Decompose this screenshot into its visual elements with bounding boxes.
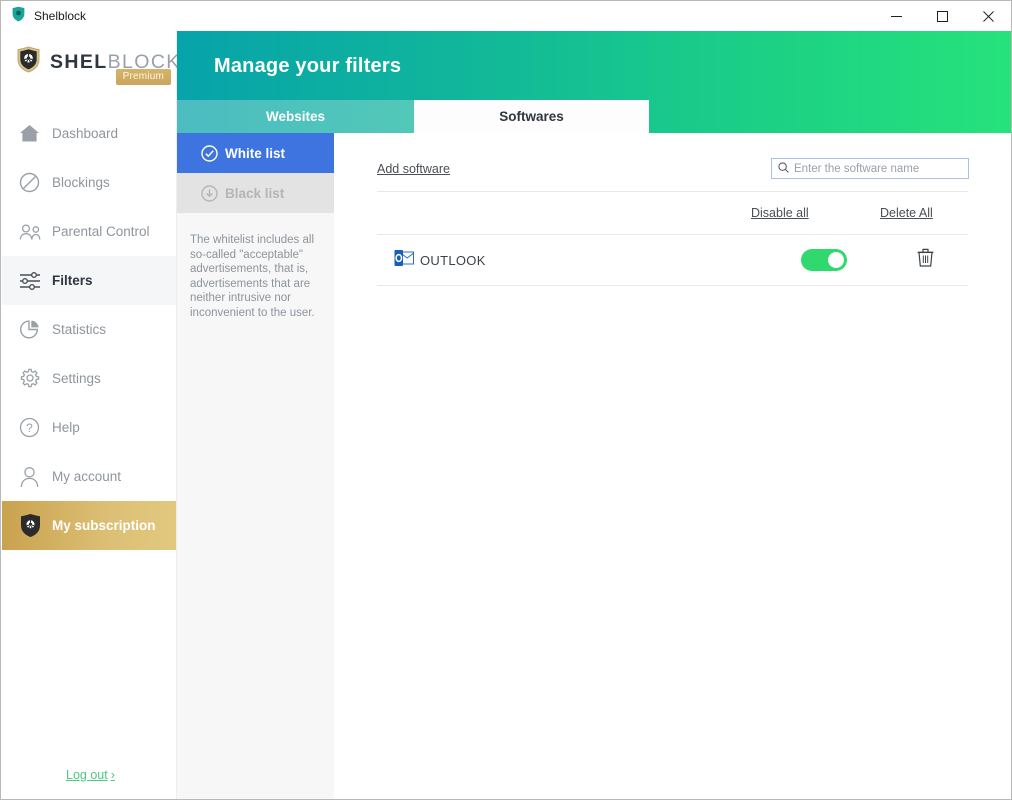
tab-label: Websites	[265, 109, 326, 124]
add-software-link[interactable]: Add software	[377, 162, 450, 176]
disable-all-link[interactable]: Disable all	[751, 206, 809, 220]
sidebar-item-help[interactable]: ? Help	[2, 403, 176, 452]
pie-chart-icon	[19, 319, 47, 340]
sidebar-item-filters[interactable]: Filters	[2, 256, 176, 305]
list-description: The whitelist includes all so-called "ac…	[190, 234, 315, 319]
list-item-label: Black list	[225, 185, 285, 201]
bulk-actions-row: Disable all Delete All	[334, 192, 1011, 234]
sidebar-item-blockings[interactable]: Blockings	[2, 158, 176, 207]
title-bar: Shelblock	[1, 1, 1011, 31]
sidebar-item-label: Help	[52, 420, 80, 435]
tab-bar: Websites Softwares	[177, 100, 1011, 133]
window-controls	[873, 1, 1011, 31]
sidebar-item-label: Parental Control	[52, 224, 150, 239]
sidebar: SHELBLOCK Premium Dashboard Blockings Pa…	[2, 31, 179, 799]
brand-name-bold: SHEL	[50, 50, 108, 73]
sidebar-item-statistics[interactable]: Statistics	[2, 305, 176, 354]
toggle-knob	[828, 252, 844, 268]
main-content: Add software Disable all Delete All	[334, 133, 1011, 799]
sidebar-item-dashboard[interactable]: Dashboard	[2, 109, 176, 158]
search-box[interactable]	[771, 158, 969, 179]
check-circle-icon	[201, 144, 225, 162]
brand-logo: SHELBLOCK Premium	[2, 31, 179, 93]
people-icon	[19, 223, 47, 241]
outlook-icon	[394, 249, 414, 272]
down-circle-icon	[201, 184, 225, 202]
tab-websites[interactable]: Websites	[177, 100, 414, 133]
sidebar-item-label: Statistics	[52, 322, 107, 337]
search-input[interactable]	[794, 162, 968, 175]
sidebar-item-label: Settings	[52, 371, 101, 386]
home-icon	[19, 124, 47, 143]
sidebar-item-my-subscription[interactable]: My subscription	[2, 501, 176, 550]
sliders-icon	[19, 271, 47, 291]
software-name: OUTLOOK	[420, 252, 486, 268]
window-title: Shelblock	[34, 9, 87, 23]
shelblock-shield-logo-icon	[16, 46, 41, 78]
block-icon	[19, 172, 47, 193]
svg-text:?: ?	[26, 421, 33, 435]
gear-icon	[19, 368, 47, 389]
list-item-label: White list	[225, 145, 285, 161]
table-row: OUTLOOK	[334, 235, 1011, 285]
sidebar-item-label: My subscription	[52, 518, 156, 533]
software-enable-toggle[interactable]	[801, 249, 847, 271]
sidebar-item-settings[interactable]: Settings	[2, 354, 176, 403]
page-title: Manage your filters	[214, 55, 402, 77]
sidebar-item-label: Blockings	[52, 175, 110, 190]
sidebar-item-label: Dashboard	[52, 126, 119, 141]
user-icon	[19, 466, 47, 488]
sidebar-item-parental-control[interactable]: Parental Control	[2, 207, 176, 256]
row-divider	[377, 285, 968, 286]
content-toolbar: Add software	[334, 133, 1011, 191]
application-window: Shelblock SHELBLOCK Premium Dashboard Bl…	[0, 0, 1012, 800]
search-icon	[778, 160, 789, 178]
maximize-button[interactable]	[919, 1, 965, 31]
list-item-white-list[interactable]: White list	[177, 133, 354, 173]
tab-softwares[interactable]: Softwares	[414, 100, 649, 133]
tab-label: Softwares	[499, 109, 564, 124]
sidebar-item-label: My account	[52, 469, 122, 484]
minimize-button[interactable]	[873, 1, 919, 31]
premium-badge: Premium	[115, 69, 171, 85]
trash-icon[interactable]	[917, 248, 934, 272]
shield-icon	[19, 513, 47, 538]
title-bar-left: Shelblock	[1, 6, 86, 27]
chevron-right-icon: ›	[110, 768, 115, 782]
sidebar-item-my-account[interactable]: My account	[2, 452, 176, 501]
sidebar-item-label: Filters	[52, 273, 93, 288]
app-shield-icon	[11, 6, 26, 27]
close-button[interactable]	[965, 1, 1011, 31]
delete-all-link[interactable]: Delete All	[880, 206, 933, 220]
sidebar-nav: Dashboard Blockings Parental Control Fil…	[2, 109, 176, 550]
list-type-panel: White list Black list The whitelist incl…	[177, 133, 354, 799]
question-icon: ?	[19, 417, 47, 438]
logout-link[interactable]: Log out ›	[66, 768, 115, 782]
logout-label: Log out	[66, 768, 108, 782]
list-item-black-list[interactable]: Black list	[177, 173, 334, 213]
